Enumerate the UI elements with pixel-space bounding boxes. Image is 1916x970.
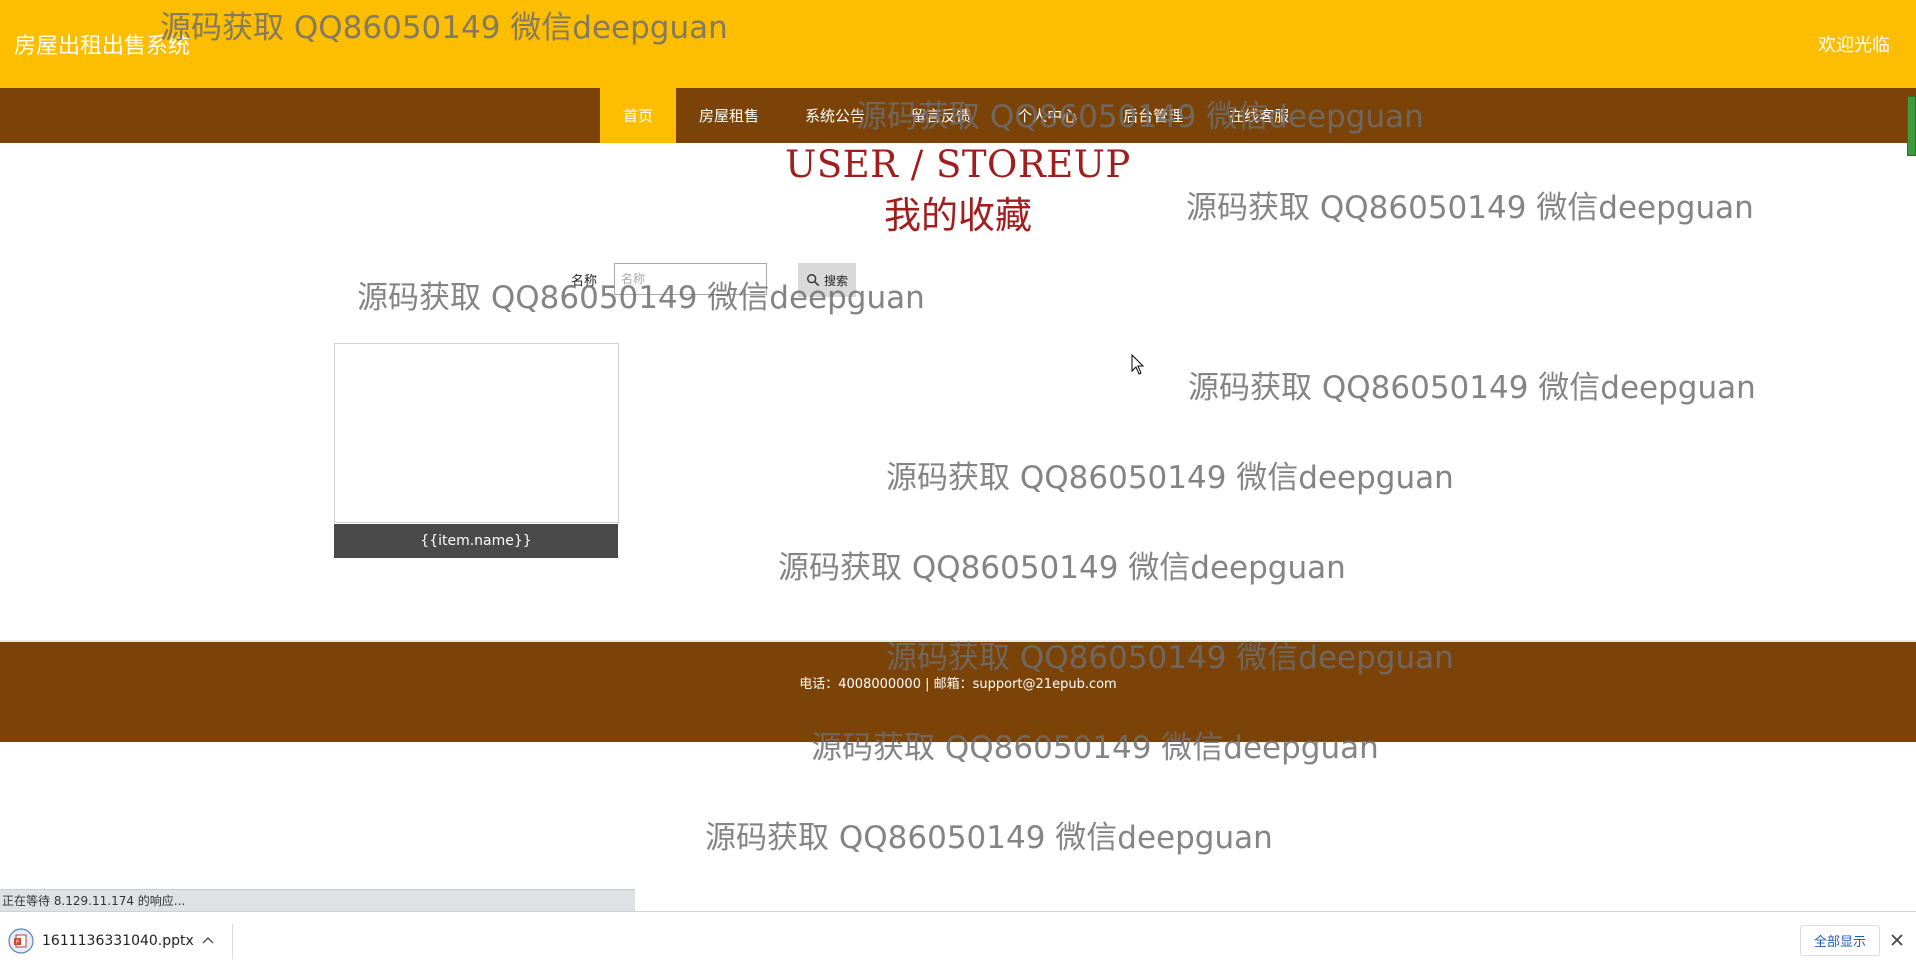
collection-card[interactable]: {{item.name}} [334, 343, 619, 558]
search-icon [807, 274, 820, 287]
browser-status-bar: 正在等待 8.129.11.174 的响应... [0, 889, 635, 911]
search-button[interactable]: 搜索 [798, 263, 856, 297]
nav-item-feedback[interactable]: 留言反馈 [888, 88, 994, 143]
nav-item-user-center[interactable]: 个人中心 [994, 88, 1100, 143]
search-input[interactable] [614, 263, 767, 295]
close-icon[interactable] [1889, 932, 1905, 948]
chevron-up-icon[interactable] [200, 933, 216, 949]
footer-contact: 电话：4008000000 | 邮箱：support@21epub.com [799, 677, 1117, 692]
search-button-label: 搜索 [823, 273, 848, 288]
site-title[interactable]: 房屋出租出售系统 [14, 28, 190, 60]
mouse-cursor-icon [1131, 354, 1145, 375]
watermark-text: 源码获取 QQ86050149 微信deepguan [778, 550, 1346, 586]
watermark-text: 源码获取 QQ86050149 微信deepguan [705, 820, 1273, 856]
main-nav: 首页 房屋租售 系统公告 留言反馈 个人中心 后台管理 在线客服 [0, 88, 1916, 143]
show-all-button[interactable]: 全部显示 [1800, 925, 1880, 956]
card-image[interactable] [334, 343, 619, 523]
pptx-file-icon: P [8, 928, 34, 954]
watermark-text: 源码获取 QQ86050149 微信deepguan [886, 460, 1454, 496]
page-title-en: USER / STOREUP [785, 143, 1131, 186]
nav-item-online-service[interactable]: 在线客服 [1206, 88, 1312, 143]
download-item[interactable]: P 1611136331040.pptx [8, 922, 194, 960]
nav-item-house-rental[interactable]: 房屋租售 [676, 88, 782, 143]
shelf-divider [232, 924, 233, 959]
nav-list: 首页 房屋租售 系统公告 留言反馈 个人中心 后台管理 在线客服 [600, 88, 1312, 143]
card-name[interactable]: {{item.name}} [334, 524, 618, 558]
nav-item-admin[interactable]: 后台管理 [1100, 88, 1206, 143]
nav-item-home[interactable]: 首页 [600, 88, 677, 143]
welcome-text: 欢迎光临 [1818, 35, 1890, 56]
search-label: 名称 [571, 274, 598, 289]
page-title-cn: 我的收藏 [884, 194, 1032, 237]
svg-text:P: P [16, 940, 19, 946]
top-header: 房屋出租出售系统 欢迎光临 [0, 0, 1916, 88]
download-shelf: P 1611136331040.pptx 全部显示 [0, 911, 1916, 970]
watermark-text: 源码获取 QQ86050149 微信deepguan [1188, 370, 1756, 406]
nav-item-announcements[interactable]: 系统公告 [782, 88, 888, 143]
download-file-name: 1611136331040.pptx [42, 933, 194, 949]
footer: 电话：4008000000 | 邮箱：support@21epub.com [0, 640, 1916, 742]
